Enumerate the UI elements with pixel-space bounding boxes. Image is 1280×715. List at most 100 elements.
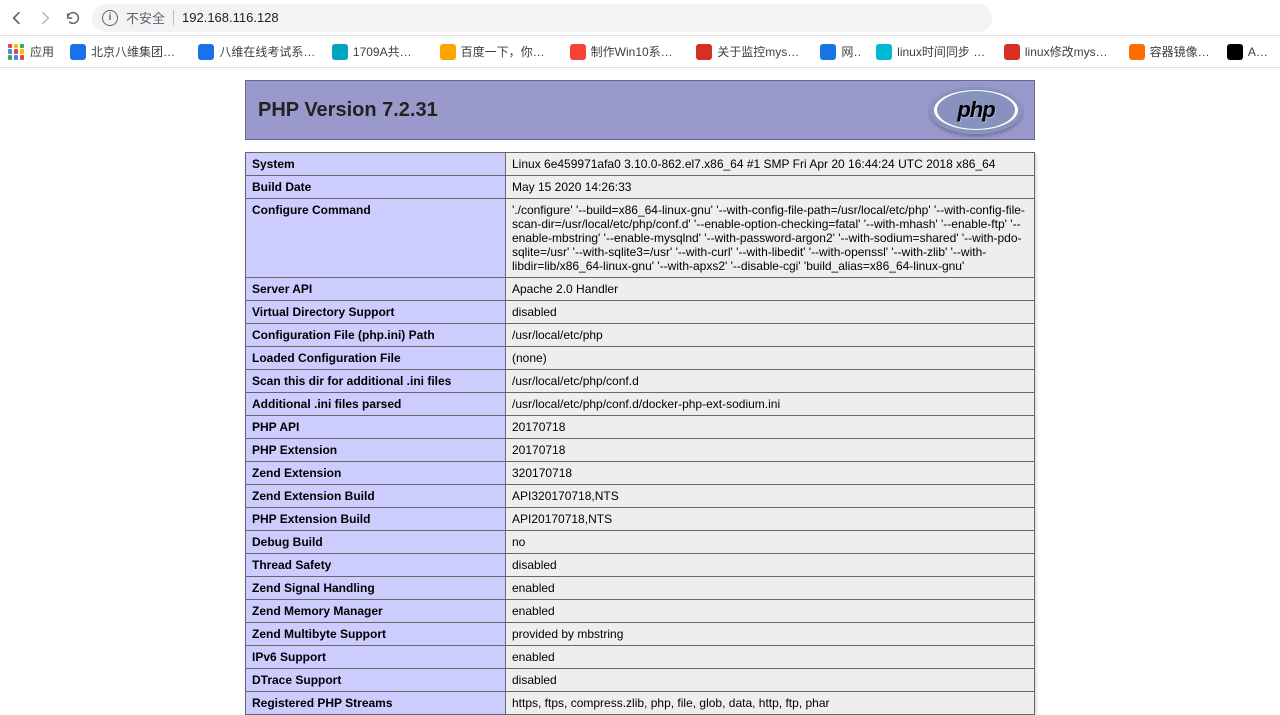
table-row: Registered PHP Streamshttps, ftps, compr… — [246, 692, 1035, 715]
info-value: no — [506, 531, 1035, 554]
bookmark-label: 八维在线考试系统s... — [219, 43, 316, 60]
phpinfo-table: SystemLinux 6e459971afa0 3.10.0-862.el7.… — [245, 152, 1035, 715]
info-key: Build Date — [246, 176, 506, 199]
bookmark-item[interactable]: linux时间同步 - 蜗... — [876, 43, 988, 60]
info-key: Configuration File (php.ini) Path — [246, 324, 506, 347]
info-value: API320170718,NTS — [506, 485, 1035, 508]
info-value: disabled — [506, 554, 1035, 577]
bookmark-item[interactable]: 1709A共享文件 — [332, 43, 424, 60]
favicon-icon — [332, 44, 348, 60]
bookmark-item[interactable]: 八维在线考试系统s... — [198, 43, 316, 60]
table-row: Additional .ini files parsed/usr/local/e… — [246, 393, 1035, 416]
info-value: (none) — [506, 347, 1035, 370]
bookmarks-bar: 应用 北京八维集团学院... 八维在线考试系统s... 1709A共享文件 百度一下，… — [0, 36, 1280, 68]
info-key: PHP Extension Build — [246, 508, 506, 531]
bookmark-item[interactable]: 百度一下，你就知道 — [440, 43, 554, 60]
info-value: Linux 6e459971afa0 3.10.0-862.el7.x86_64… — [506, 153, 1035, 176]
bookmark-item[interactable]: 容器镜像服务 — [1129, 43, 1211, 60]
bookmark-label: linux修改mysql数... — [1025, 43, 1113, 60]
bookmark-item[interactable]: 制作Win10系统安... — [570, 43, 681, 60]
info-value: provided by mbstring — [506, 623, 1035, 646]
table-row: Build DateMay 15 2020 14:26:33 — [246, 176, 1035, 199]
apps-button[interactable]: 应用 — [8, 43, 54, 60]
bookmark-label: 北京八维集团学院... — [91, 43, 182, 60]
insecure-label: 不安全 — [126, 8, 165, 27]
back-button[interactable] — [8, 9, 26, 27]
info-key: Zend Multibyte Support — [246, 623, 506, 646]
info-value: enabled — [506, 646, 1035, 669]
info-value: https, ftps, compress.zlib, php, file, g… — [506, 692, 1035, 715]
info-key: Scan this dir for additional .ini files — [246, 370, 506, 393]
info-key: Additional .ini files parsed — [246, 393, 506, 416]
info-key: Zend Signal Handling — [246, 577, 506, 600]
favicon-icon — [198, 44, 214, 60]
info-value: /usr/local/etc/php/conf.d — [506, 370, 1035, 393]
table-row: Configure Command'./configure' '--build=… — [246, 199, 1035, 278]
table-row: PHP Extension20170718 — [246, 439, 1035, 462]
info-key: IPv6 Support — [246, 646, 506, 669]
favicon-icon — [440, 44, 456, 60]
info-key: Registered PHP Streams — [246, 692, 506, 715]
bookmark-label: Ansib — [1248, 45, 1272, 59]
info-key: PHP API — [246, 416, 506, 439]
table-row: Debug Buildno — [246, 531, 1035, 554]
table-row: Zend Signal Handlingenabled — [246, 577, 1035, 600]
table-row: Zend Extension BuildAPI320170718,NTS — [246, 485, 1035, 508]
info-key: Server API — [246, 278, 506, 301]
info-value: disabled — [506, 669, 1035, 692]
bookmark-label: 1709A共享文件 — [353, 43, 424, 60]
table-row: Thread Safetydisabled — [246, 554, 1035, 577]
table-row: DTrace Supportdisabled — [246, 669, 1035, 692]
table-row: Virtual Directory Supportdisabled — [246, 301, 1035, 324]
table-row: Configuration File (php.ini) Path/usr/lo… — [246, 324, 1035, 347]
phpinfo-header: PHP Version 7.2.31 php — [245, 80, 1035, 140]
bookmark-label: linux时间同步 - 蜗... — [897, 43, 988, 60]
info-key: Zend Extension — [246, 462, 506, 485]
table-row: Scan this dir for additional .ini files/… — [246, 370, 1035, 393]
info-key: Configure Command — [246, 199, 506, 278]
info-value: enabled — [506, 600, 1035, 623]
bookmark-item[interactable]: 网校 — [820, 43, 860, 60]
bookmark-item[interactable]: linux修改mysql数... — [1004, 43, 1113, 60]
table-row: Loaded Configuration File(none) — [246, 347, 1035, 370]
info-value: enabled — [506, 577, 1035, 600]
bookmark-item[interactable]: 北京八维集团学院... — [70, 43, 182, 60]
site-info-icon[interactable]: i — [102, 10, 118, 26]
bookmark-label: 百度一下，你就知道 — [461, 43, 554, 60]
table-row: Zend Memory Managerenabled — [246, 600, 1035, 623]
php-logo: php — [930, 86, 1022, 134]
info-key: PHP Extension — [246, 439, 506, 462]
url-text: 192.168.116.128 — [173, 10, 279, 25]
bookmark-label: 网校 — [841, 43, 860, 60]
address-bar[interactable]: i 不安全 192.168.116.128 — [92, 4, 992, 32]
apps-icon — [8, 44, 24, 60]
info-value: 320170718 — [506, 462, 1035, 485]
forward-button[interactable] — [36, 9, 54, 27]
info-key: System — [246, 153, 506, 176]
reload-button[interactable] — [64, 9, 82, 27]
bookmark-label: 关于监控mysql服... — [717, 43, 804, 60]
info-key: Loaded Configuration File — [246, 347, 506, 370]
table-row: Server APIApache 2.0 Handler — [246, 278, 1035, 301]
bookmark-item[interactable]: Ansib — [1227, 43, 1272, 60]
favicon-icon — [820, 44, 836, 60]
bookmark-label: 制作Win10系统安... — [591, 43, 681, 60]
page-content: PHP Version 7.2.31 php SystemLinux 6e459… — [0, 68, 1280, 715]
info-key: Zend Extension Build — [246, 485, 506, 508]
table-row: IPv6 Supportenabled — [246, 646, 1035, 669]
apps-label: 应用 — [30, 43, 54, 60]
info-key: Virtual Directory Support — [246, 301, 506, 324]
favicon-icon — [1129, 44, 1145, 60]
bookmark-item[interactable]: 关于监控mysql服... — [696, 43, 804, 60]
favicon-icon — [1004, 44, 1020, 60]
info-key: DTrace Support — [246, 669, 506, 692]
info-value: API20170718,NTS — [506, 508, 1035, 531]
info-key: Thread Safety — [246, 554, 506, 577]
favicon-icon — [70, 44, 86, 60]
table-row: Zend Multibyte Supportprovided by mbstri… — [246, 623, 1035, 646]
table-row: PHP Extension BuildAPI20170718,NTS — [246, 508, 1035, 531]
info-value: 20170718 — [506, 439, 1035, 462]
info-key: Zend Memory Manager — [246, 600, 506, 623]
info-value: 20170718 — [506, 416, 1035, 439]
info-value: May 15 2020 14:26:33 — [506, 176, 1035, 199]
